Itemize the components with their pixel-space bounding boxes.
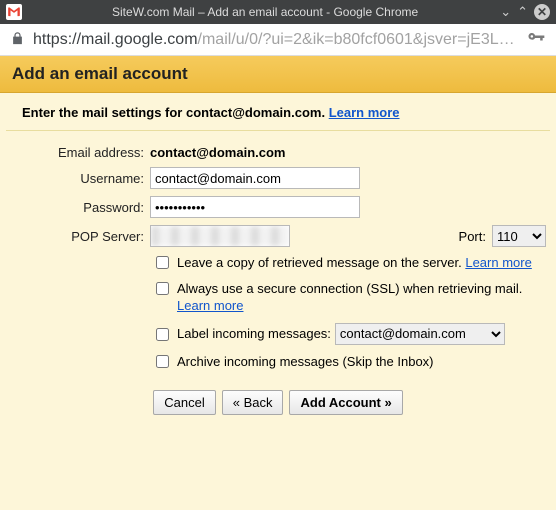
dialog-content: Add an email account Enter the mail sett… bbox=[0, 56, 556, 510]
minimize-icon[interactable]: ⌄ bbox=[500, 4, 511, 20]
leave-copy-checkbox[interactable] bbox=[156, 256, 169, 269]
password-label: Password: bbox=[10, 200, 150, 215]
username-label: Username: bbox=[10, 171, 150, 186]
add-account-button[interactable]: Add Account » bbox=[289, 390, 402, 415]
url-text[interactable]: https://mail.google.com/mail/u/0/?ui=2&i… bbox=[33, 31, 518, 49]
label-incoming-checkbox[interactable] bbox=[156, 328, 169, 341]
learn-more-link[interactable]: Learn more bbox=[329, 105, 400, 120]
label-incoming-select[interactable]: contact@domain.com bbox=[335, 323, 505, 345]
port-label: Port: bbox=[459, 229, 486, 244]
window-titlebar: SiteW.com Mail – Add an email account - … bbox=[0, 0, 556, 24]
window-title: SiteW.com Mail – Add an email account - … bbox=[30, 5, 500, 19]
back-button[interactable]: « Back bbox=[222, 390, 284, 415]
close-icon[interactable]: ✕ bbox=[534, 4, 550, 20]
cancel-button[interactable]: Cancel bbox=[153, 390, 215, 415]
page-title: Add an email account bbox=[0, 56, 556, 93]
archive-checkbox[interactable] bbox=[156, 355, 169, 368]
password-input[interactable] bbox=[150, 196, 360, 218]
ssl-label: Always use a secure connection (SSL) whe… bbox=[177, 281, 522, 296]
email-value: contact@domain.com bbox=[150, 145, 285, 160]
maximize-icon[interactable]: ⌃ bbox=[517, 4, 528, 20]
ssl-checkbox[interactable] bbox=[156, 282, 169, 295]
leave-copy-learn-more-link[interactable]: Learn more bbox=[465, 255, 531, 270]
address-bar: https://mail.google.com/mail/u/0/?ui=2&i… bbox=[0, 24, 556, 56]
gmail-favicon bbox=[6, 4, 22, 20]
username-input[interactable] bbox=[150, 167, 360, 189]
pop-label: POP Server: bbox=[10, 229, 150, 244]
key-icon[interactable] bbox=[526, 28, 546, 51]
leave-copy-label: Leave a copy of retrieved message on the… bbox=[177, 255, 462, 270]
ssl-learn-more-link[interactable]: Learn more bbox=[177, 298, 243, 313]
lock-icon bbox=[10, 31, 25, 49]
port-select[interactable]: 110 bbox=[492, 225, 546, 247]
email-label: Email address: bbox=[10, 145, 150, 160]
pop-server-input[interactable] bbox=[150, 225, 290, 247]
label-incoming-label: Label incoming messages: bbox=[177, 325, 331, 343]
instruction-text: Enter the mail settings for contact@doma… bbox=[6, 93, 550, 131]
archive-label: Archive incoming messages (Skip the Inbo… bbox=[177, 353, 546, 371]
